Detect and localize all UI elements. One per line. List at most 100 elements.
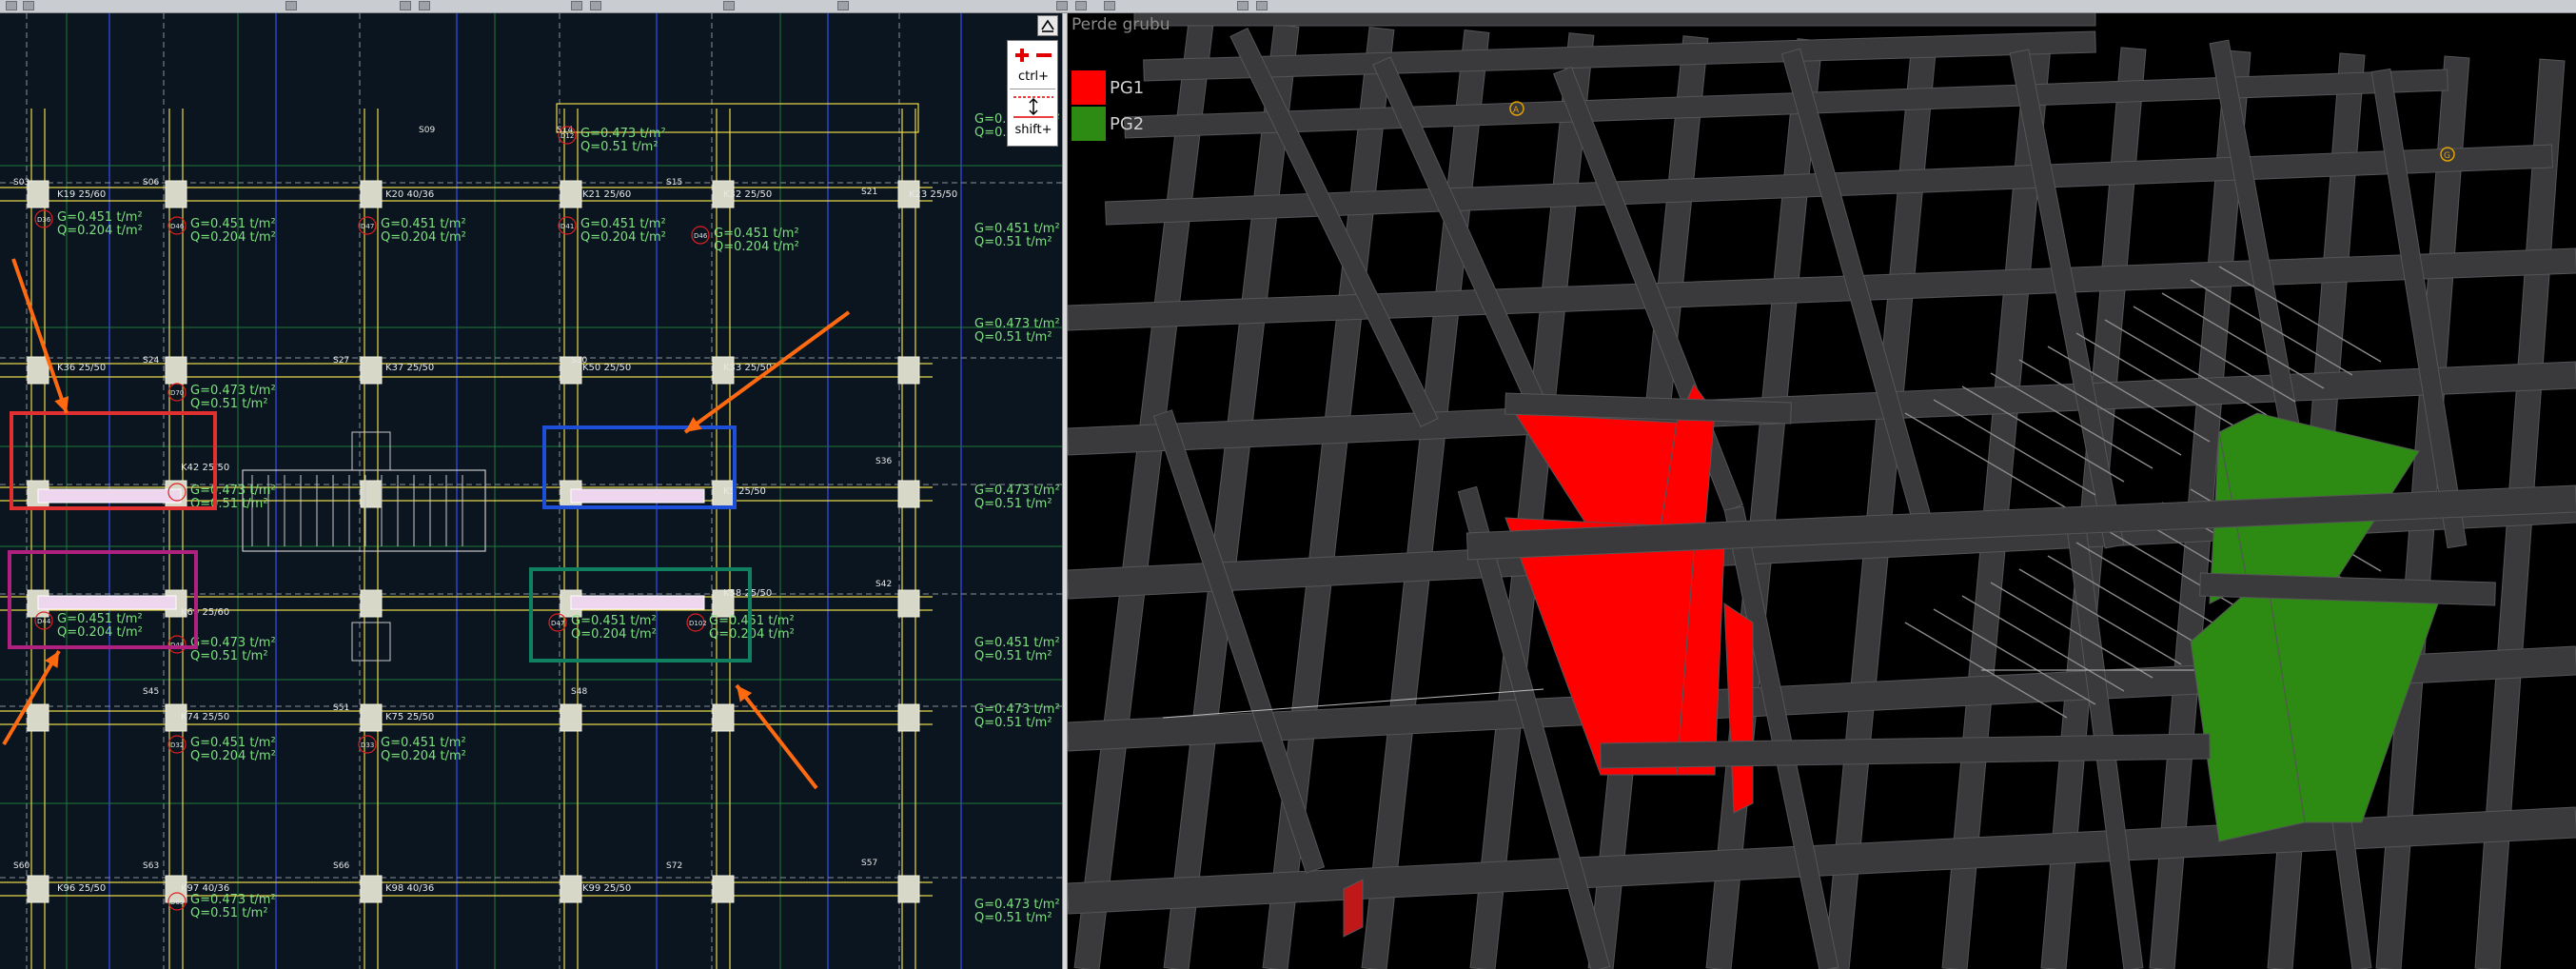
collapse-panel-button[interactable] bbox=[1037, 15, 1058, 36]
toolbar-icon[interactable] bbox=[723, 1, 735, 10]
edge-dead-load: G=0.451 t/m² bbox=[974, 636, 1060, 650]
beam-label: K19 25/60 bbox=[57, 189, 106, 200]
slab-dead-load: G=0.451 t/m² bbox=[714, 227, 799, 241]
floor-plan-view[interactable]: K19 25/60 K20 40/36 K21 25/60 K32 25/50 K36 … bbox=[0, 13, 1062, 969]
zoom-in-out-button[interactable] bbox=[1012, 45, 1055, 69]
structure-3d-view[interactable]: AG bbox=[1068, 13, 2576, 969]
column bbox=[360, 703, 383, 732]
beam-label: K96 25/50 bbox=[57, 883, 106, 894]
slab-dead-load: G=0.473 t/m² bbox=[190, 893, 276, 907]
column bbox=[897, 875, 920, 903]
toolbar-icon[interactable] bbox=[837, 1, 849, 10]
column bbox=[360, 875, 383, 903]
slab-dead-load: G=0.451 t/m² bbox=[381, 217, 466, 231]
slab-dead-load: G=0.473 t/m² bbox=[190, 636, 276, 650]
slab-dead-load: G=0.451 t/m² bbox=[190, 217, 276, 231]
edge-live-load: Q=0.51 t/m² bbox=[974, 235, 1052, 249]
slab-live-load: Q=0.204 t/m² bbox=[381, 230, 466, 245]
toolbar-icon[interactable] bbox=[1256, 1, 1268, 10]
beam-label: K23 25/50 bbox=[909, 189, 957, 200]
slab-id: D102 bbox=[689, 620, 707, 627]
beam-label: K37 25/50 bbox=[385, 363, 434, 373]
slab-dead-load: G=0.451 t/m² bbox=[57, 612, 143, 626]
slab-dead-load: G=0.451 t/m² bbox=[190, 736, 276, 750]
shear-wall bbox=[37, 488, 182, 504]
slab-id: D32 bbox=[170, 742, 184, 749]
column bbox=[560, 875, 582, 903]
edge-dead-load: G=0.473 t/m² bbox=[974, 702, 1060, 717]
frame-beam bbox=[1068, 247, 2576, 331]
slab-id: D12 bbox=[560, 132, 574, 140]
toolbar-icon[interactable] bbox=[1237, 1, 1249, 10]
column bbox=[360, 180, 383, 208]
column-label: S06 bbox=[143, 178, 159, 188]
beam-label: K32 25/50 bbox=[723, 189, 772, 200]
edge-live-load: Q=0.51 t/m² bbox=[974, 330, 1052, 345]
slab-id: D33 bbox=[361, 742, 374, 749]
column-label: S03 bbox=[13, 178, 29, 188]
slab-live-load: Q=0.204 t/m² bbox=[190, 749, 276, 763]
column-label: S15 bbox=[666, 178, 682, 188]
vertical-zoom-button[interactable] bbox=[1012, 94, 1055, 119]
column bbox=[27, 703, 49, 732]
arrow-head bbox=[54, 396, 69, 413]
slab-dead-load: G=0.451 t/m² bbox=[571, 614, 657, 628]
column-label: S30 bbox=[571, 356, 587, 366]
toolbar-icon[interactable] bbox=[1056, 1, 1068, 10]
beam-label: K50 25/50 bbox=[582, 363, 631, 373]
slab-id: D70 bbox=[170, 389, 184, 397]
slab-live-load: Q=0.51 t/m² bbox=[190, 906, 268, 920]
column bbox=[27, 180, 49, 208]
column bbox=[360, 589, 383, 618]
column-label: S57 bbox=[861, 859, 877, 868]
slab-id: D36 bbox=[37, 216, 51, 224]
slab-live-load: Q=0.204 t/m² bbox=[190, 230, 276, 245]
stair-rail bbox=[2161, 292, 2325, 389]
slab-id: D71 bbox=[170, 489, 184, 497]
toolbar-icon[interactable] bbox=[571, 1, 582, 10]
edge-live-load: Q=0.51 t/m² bbox=[974, 716, 1052, 730]
legend-swatch-pg1 bbox=[1072, 70, 1106, 105]
toolbar-icon[interactable] bbox=[6, 1, 17, 10]
axis-marker-label: G bbox=[2444, 151, 2450, 161]
slab-dead-load: G=0.473 t/m² bbox=[580, 127, 666, 141]
column-label: S24 bbox=[143, 356, 159, 366]
frame-beam bbox=[1124, 69, 2448, 139]
zoom-panel: ctrl+ shift+ bbox=[1007, 40, 1058, 147]
toolbar-icon[interactable] bbox=[23, 1, 34, 10]
column-label: S66 bbox=[333, 861, 349, 871]
shear-wall bbox=[570, 488, 705, 504]
shear-wall-fragment bbox=[1343, 879, 1364, 938]
stair-block bbox=[351, 622, 391, 662]
edge-live-load: Q=0.51 t/m² bbox=[974, 649, 1052, 663]
legend-label-pg2: PG2 bbox=[1110, 114, 1145, 134]
vertical-resize-icon bbox=[1013, 96, 1053, 118]
toolbar-icon[interactable] bbox=[1075, 1, 1087, 10]
toolbar-icon[interactable] bbox=[285, 1, 297, 10]
column bbox=[897, 480, 920, 508]
column bbox=[897, 356, 920, 385]
slab-id: D46 bbox=[694, 232, 708, 240]
slab-live-load: Q=0.204 t/m² bbox=[381, 749, 466, 763]
beam-label: K36 25/50 bbox=[57, 363, 106, 373]
slab-dead-load: G=0.451 t/m² bbox=[57, 210, 143, 225]
frame-beam bbox=[1133, 13, 2096, 27]
column-label: S72 bbox=[666, 861, 682, 871]
annotation-arrow bbox=[683, 310, 851, 434]
edge-dead-load: G=0.473 t/m² bbox=[974, 317, 1060, 331]
arrow-head bbox=[685, 417, 702, 432]
toolbar-icon[interactable] bbox=[419, 1, 430, 10]
legend-swatch-pg2 bbox=[1072, 107, 1106, 141]
legend-item-pg1[interactable]: PG1 bbox=[1072, 70, 1224, 105]
column bbox=[27, 875, 49, 903]
toolbar-icon[interactable] bbox=[1104, 1, 1115, 10]
structure-3d-canvas[interactable]: AG bbox=[1068, 13, 2576, 969]
slab-live-load: Q=0.51 t/m² bbox=[190, 397, 268, 411]
toolbar-icon[interactable] bbox=[400, 1, 411, 10]
legend-item-pg2[interactable]: PG2 bbox=[1072, 107, 1224, 141]
edge-live-load: Q=0.51 t/m² bbox=[974, 497, 1052, 511]
shear-wall bbox=[37, 595, 177, 610]
toolbar-icon[interactable] bbox=[590, 1, 601, 10]
floor-plan-canvas[interactable]: K19 25/60 K20 40/36 K21 25/60 K32 25/50 K36 … bbox=[0, 13, 1062, 969]
beam-label: K21 25/60 bbox=[582, 189, 631, 200]
